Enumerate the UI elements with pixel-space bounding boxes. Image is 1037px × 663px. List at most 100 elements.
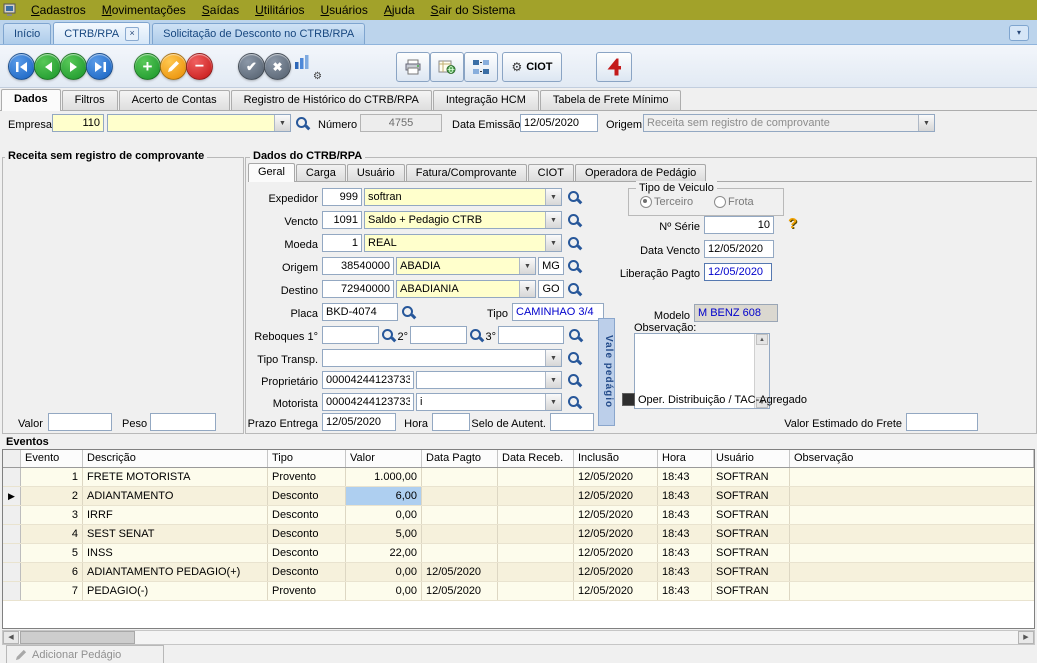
valor-estimado-input[interactable] <box>906 413 978 431</box>
last-record-button[interactable] <box>86 53 113 80</box>
menu-item[interactable]: Ajuda <box>376 0 423 20</box>
reboque3-input[interactable] <box>498 326 564 344</box>
expedidor-search-icon[interactable] <box>567 190 582 205</box>
origem-code-input[interactable] <box>322 257 394 275</box>
column-header-tipo[interactable]: Tipo <box>268 450 346 467</box>
column-header-hora[interactable]: Hora <box>658 450 712 467</box>
motorista-search-icon[interactable] <box>567 395 582 410</box>
column-header-observacao[interactable]: Observação <box>790 450 1034 467</box>
next-record-button[interactable] <box>60 53 87 80</box>
column-header-descricao[interactable]: Descrição <box>83 450 268 467</box>
valor-input[interactable] <box>48 413 112 431</box>
scroll-right-button[interactable]: ▶ <box>1018 631 1034 644</box>
data-vencto-input[interactable] <box>704 240 774 258</box>
menu-item[interactable]: Utilitários <box>247 0 312 20</box>
proprietario-search-icon[interactable] <box>567 373 582 388</box>
page-tab[interactable]: Acerto de Contas <box>119 90 230 110</box>
reboque3-search-icon[interactable] <box>568 328 583 343</box>
reboque1-input[interactable] <box>322 326 379 344</box>
motorista-code-input[interactable] <box>322 393 414 411</box>
moeda-search-icon[interactable] <box>567 236 582 251</box>
menu-item[interactable]: Cadastros <box>23 0 94 20</box>
first-record-button[interactable] <box>8 53 35 80</box>
vale-pedagio-tab[interactable]: Vale pedágio <box>598 318 615 426</box>
export-button[interactable] <box>430 52 464 82</box>
prazo-entrega-input[interactable] <box>322 413 396 431</box>
horizontal-scrollbar[interactable]: ◀ ▶ <box>2 630 1035 645</box>
eventos-row[interactable]: 7 PEDAGIO(-) Provento 0,00 12/05/2020 12… <box>3 582 1034 601</box>
scroll-up-icon[interactable]: ▲ <box>756 334 768 345</box>
proprietario-code-input[interactable] <box>322 371 414 389</box>
eventos-row[interactable]: 5 INSS Desconto 22,00 12/05/2020 18:43 S… <box>3 544 1034 563</box>
menu-item[interactable]: Movimentações <box>94 0 194 20</box>
document-tab[interactable]: Solicitação de Desconto no CTRB/RPA × <box>152 23 365 44</box>
destino-search-icon[interactable] <box>567 282 582 297</box>
modelo-input[interactable] <box>694 304 778 322</box>
cancel-button[interactable]: ✖ <box>264 53 291 80</box>
placa-input[interactable] <box>322 303 398 321</box>
eventos-row[interactable]: ▶ 2 ADIANTAMENTO Desconto 6,00 12/05/202… <box>3 487 1034 506</box>
page-tab[interactable]: Tabela de Frete Mínimo <box>540 90 682 110</box>
origem-cidade-search-icon[interactable] <box>567 259 582 274</box>
empresa-combo[interactable]: ▼ <box>107 114 291 132</box>
previous-record-button[interactable] <box>34 53 61 80</box>
menu-item[interactable]: Usuários <box>312 0 375 20</box>
page-tab[interactable]: Filtros <box>62 90 118 110</box>
tipo-veiculo-input[interactable] <box>512 303 604 321</box>
page-tab[interactable]: Registro de Histórico do CTRB/RPA <box>231 90 432 110</box>
placa-search-icon[interactable] <box>401 305 416 320</box>
add-button[interactable]: + <box>134 53 161 80</box>
reboque2-input[interactable] <box>410 326 467 344</box>
ctrb-tab[interactable]: Carga <box>296 164 346 181</box>
ciot-button[interactable]: ⚙ CIOT <box>502 52 562 82</box>
origem-uf-input[interactable] <box>538 257 564 275</box>
moeda-code-input[interactable] <box>322 234 362 252</box>
page-tab[interactable]: Dados <box>1 89 61 111</box>
motorista-combo[interactable]: i ▼ <box>416 393 562 411</box>
column-header-data-pagto[interactable]: Data Pagto <box>422 450 498 467</box>
tipo-transp-combo[interactable]: ▼ <box>322 349 562 367</box>
vencto-combo[interactable]: Saldo + Pedagio CTRB ▼ <box>364 211 562 229</box>
ctrb-tab[interactable]: CIOT <box>528 164 574 181</box>
serie-input[interactable] <box>704 216 774 234</box>
page-tab[interactable]: Integração HCM <box>433 90 539 110</box>
hora-input[interactable] <box>432 413 470 431</box>
destino-uf-input[interactable] <box>538 280 564 298</box>
ctrb-tab[interactable]: Geral <box>248 163 295 182</box>
liberacao-pagto-input[interactable] <box>704 263 772 281</box>
document-tab[interactable]: Início × <box>3 23 51 44</box>
peso-input[interactable] <box>150 413 216 431</box>
ctrb-tab[interactable]: Fatura/Comprovante <box>406 164 527 181</box>
column-header-data-receb[interactable]: Data Receb. <box>498 450 574 467</box>
eventos-row[interactable]: 4 SEST SENAT Desconto 5,00 12/05/2020 18… <box>3 525 1034 544</box>
column-header-valor[interactable]: Valor <box>346 450 422 467</box>
moeda-combo[interactable]: REAL ▼ <box>364 234 562 252</box>
terceiro-radio[interactable] <box>640 196 652 208</box>
scroll-left-button[interactable]: ◀ <box>3 631 19 644</box>
adicionar-pedagio-button[interactable]: Adicionar Pedágio <box>6 645 164 663</box>
ctrb-tab[interactable]: Usuário <box>347 164 405 181</box>
menu-item[interactable]: Saídas <box>194 0 247 20</box>
eventos-row[interactable]: 6 ADIANTAMENTO PEDAGIO(+) Desconto 0,00 … <box>3 563 1034 582</box>
frota-radio[interactable] <box>714 196 726 208</box>
vencto-code-input[interactable] <box>322 211 362 229</box>
proprietario-combo[interactable]: ▼ <box>416 371 562 389</box>
app-logo-button[interactable] <box>596 52 632 82</box>
eventos-row[interactable]: 1 FRETE MOTORISTA Provento 1.000,00 12/0… <box>3 468 1034 487</box>
help-icon[interactable]: ? <box>788 215 797 232</box>
destino-code-input[interactable] <box>322 280 394 298</box>
selo-autent-input[interactable] <box>550 413 594 431</box>
origem-combo[interactable]: Receita sem registro de comprovante ▼ <box>643 114 935 132</box>
column-header-inclusao[interactable]: Inclusão <box>574 450 658 467</box>
tab-list-dropdown-button[interactable]: ▾ <box>1009 25 1029 41</box>
menu-item[interactable]: Sair do Sistema <box>423 0 524 20</box>
origem-cidade-combo[interactable]: ABADIA ▼ <box>396 257 536 275</box>
ctrb-tab[interactable]: Operadora de Pedágio <box>575 164 706 181</box>
column-header-evento[interactable]: Evento <box>21 450 83 467</box>
document-tab[interactable]: CTRB/RPA × <box>53 22 150 44</box>
scrollbar-thumb[interactable] <box>20 631 135 644</box>
destino-combo[interactable]: ABADIANIA ▼ <box>396 280 536 298</box>
expedidor-combo[interactable]: softran ▼ <box>364 188 562 206</box>
column-header-usuario[interactable]: Usuário <box>712 450 790 467</box>
numero-input[interactable] <box>360 114 442 132</box>
